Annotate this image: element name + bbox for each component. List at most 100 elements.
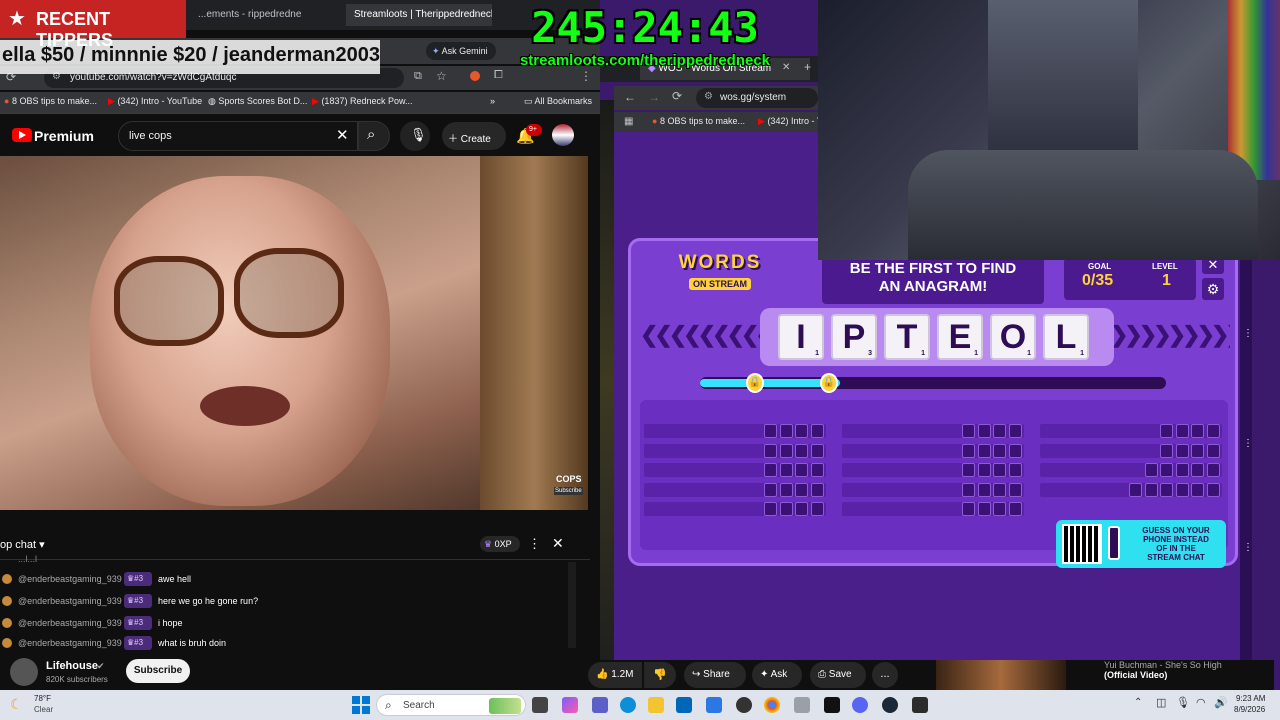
youtube-logo-text[interactable]: Premium xyxy=(34,128,94,144)
reload-icon[interactable]: ⟳ xyxy=(672,89,682,103)
apps-grid-icon[interactable]: ▦ xyxy=(624,116,633,127)
tab-streamloots[interactable]: Streamloots | Therippedredneck xyxy=(346,4,492,26)
glasses-left-lens xyxy=(114,256,224,346)
clock-date[interactable]: 8/9/2026 xyxy=(1234,705,1265,714)
ask-button[interactable]: ✦ Ask xyxy=(752,662,802,688)
tab-achievements[interactable]: ...ements - rippedredne xyxy=(190,4,340,26)
answer-slot-box xyxy=(962,502,975,516)
chrome-icon[interactable] xyxy=(764,697,780,713)
extension-icon[interactable] xyxy=(470,71,480,81)
all-bookmarks[interactable]: ▭ All Bookmarks xyxy=(524,96,592,107)
avatar[interactable] xyxy=(552,124,574,146)
search-input[interactable]: live cops xyxy=(118,121,358,151)
obs-icon[interactable] xyxy=(736,697,752,713)
channel-avatar[interactable] xyxy=(10,658,38,686)
answer-slot-box xyxy=(795,463,808,477)
subscriber-count: 820K subscribers xyxy=(46,675,108,684)
windows-start-icon[interactable] xyxy=(352,696,370,714)
bookmark-redneck[interactable]: ▶ (1837) Redneck Pow... xyxy=(312,96,413,107)
points-chip[interactable]: ♛ 0XP xyxy=(480,536,520,552)
settings-gear-icon[interactable]: ⚙ xyxy=(1202,278,1224,300)
channel-name[interactable]: Lifehouse xyxy=(46,660,98,672)
folder-icon: ▭ xyxy=(524,96,533,106)
network-icon[interactable]: ◫ xyxy=(1156,696,1166,709)
glasses-right-lens xyxy=(234,248,344,338)
chat-menu-icon[interactable]: ⋮ xyxy=(528,536,541,552)
voice-search-button[interactable]: 🎙 xyxy=(400,121,430,151)
new-tab-icon[interactable]: + xyxy=(804,60,811,74)
level-value: 1 xyxy=(1162,272,1171,289)
answer-slot-box xyxy=(1191,482,1204,497)
answer-slot-row xyxy=(644,424,826,438)
search-button[interactable]: ⌕ xyxy=(358,121,390,151)
clock-time[interactable]: 9:23 AM xyxy=(1236,694,1265,703)
like-button[interactable]: 👍 1.2M xyxy=(588,662,642,688)
next-video-title[interactable]: Yui Buchman - She's So High (Official Vi… xyxy=(1104,660,1274,690)
answer-slot-box xyxy=(1206,443,1220,458)
chat-username[interactable]: @enderbeastgaming_939 xyxy=(18,618,122,628)
share-button[interactable]: ↪ Share xyxy=(684,662,746,688)
bookmark-intro-youtube[interactable]: ▶ (342) Intro - YouTube xyxy=(108,96,202,107)
weather-condition: Clear xyxy=(34,705,54,714)
taskbar-search[interactable]: ⌕ Search xyxy=(376,694,526,716)
copilot-icon[interactable] xyxy=(562,697,578,713)
phone-cta[interactable]: GUESS ON YOUR PHONE INSTEAD OF IN THE ST… xyxy=(1056,520,1226,568)
file-explorer-icon[interactable] xyxy=(648,697,664,713)
phone-icon xyxy=(1108,526,1120,560)
chat-username[interactable]: @enderbeastgaming_939 xyxy=(18,638,122,648)
video-subscribe-watermark[interactable]: Subscribe xyxy=(554,487,583,495)
url-field[interactable]: ⚙ wos.gg/system xyxy=(696,88,818,108)
site-info-icon[interactable]: ⚙ xyxy=(704,91,713,102)
video-player[interactable]: COPS Subscribe xyxy=(0,156,588,510)
app-icon[interactable] xyxy=(912,697,928,713)
volume-icon[interactable]: 🔊 xyxy=(1214,696,1228,709)
answer-slot-box xyxy=(779,443,793,458)
youtube-logo-icon[interactable] xyxy=(12,128,32,142)
dislike-button[interactable]: 👎 xyxy=(644,662,676,688)
edge-icon[interactable] xyxy=(620,697,636,713)
chat-mode-dropdown[interactable]: op chat ▾ xyxy=(0,538,45,551)
bookmark-star-icon[interactable]: ☆ xyxy=(436,69,447,83)
bookmark-intro-youtube[interactable]: ▶ (342) Intro - Y xyxy=(758,116,823,127)
subscribe-button[interactable]: Subscribe xyxy=(126,659,190,683)
bookmark-obs-tips[interactable]: ● 8 OBS tips to make... xyxy=(652,116,745,126)
letter-char: P xyxy=(842,318,866,356)
back-icon[interactable]: ← xyxy=(624,90,636,104)
tray-overflow-icon[interactable]: ⌃ xyxy=(1134,697,1142,708)
answer-slot-row xyxy=(644,463,826,477)
photos-icon[interactable] xyxy=(706,697,722,713)
next-video-thumbnail[interactable] xyxy=(936,660,1066,690)
steam-icon[interactable] xyxy=(882,697,898,713)
crown-icon: ♛ xyxy=(484,539,493,549)
terminal-icon[interactable] xyxy=(824,697,840,713)
chat-text: what is bruh doin xyxy=(158,638,227,648)
bookmark-obs-tips[interactable]: ● 8 OBS tips to make... xyxy=(4,96,97,106)
chat-username[interactable]: @enderbeastgaming_939 xyxy=(18,574,122,584)
answer-slot-row xyxy=(842,482,1024,497)
chat-username[interactable]: @enderbeastgaming_939 xyxy=(18,596,122,606)
more-actions-button[interactable]: ... xyxy=(872,662,898,688)
microphone-icon[interactable]: 🎙 xyxy=(1176,696,1190,709)
answer-slot-box xyxy=(779,463,793,477)
weather-moon-icon[interactable]: ☾ xyxy=(10,696,23,713)
create-button[interactable]: ＋ Create xyxy=(442,122,506,150)
task-view-icon[interactable] xyxy=(532,697,548,713)
store-icon[interactable] xyxy=(676,697,692,713)
ask-gemini-button[interactable]: ✦ Ask Gemini xyxy=(426,42,496,60)
bookmark-sports-scores[interactable]: ◍ Sports Scores Bot D... xyxy=(208,96,307,107)
left-edge-strip xyxy=(600,100,614,660)
close-chat-icon[interactable]: ✕ xyxy=(552,535,564,552)
bookmarks-overflow-icon[interactable]: » xyxy=(490,96,495,106)
teams-icon[interactable] xyxy=(592,697,608,713)
snipping-icon[interactable] xyxy=(794,697,810,713)
subathon-timer: 245:24:43 xyxy=(531,3,759,52)
answer-slot-box xyxy=(810,424,824,438)
install-icon[interactable]: ⧉ xyxy=(414,70,422,83)
discord-icon[interactable] xyxy=(852,697,868,713)
wifi-icon[interactable]: ◠ xyxy=(1196,696,1206,709)
chat-scrollbar[interactable] xyxy=(568,562,576,648)
clear-search-icon[interactable]: ✕ xyxy=(336,126,349,144)
save-button[interactable]: ⎙ Save xyxy=(810,662,866,688)
forward-icon[interactable]: → xyxy=(648,90,660,104)
right-address-bar: ← → ⟳ ⚙ wos.gg/system xyxy=(614,86,820,110)
